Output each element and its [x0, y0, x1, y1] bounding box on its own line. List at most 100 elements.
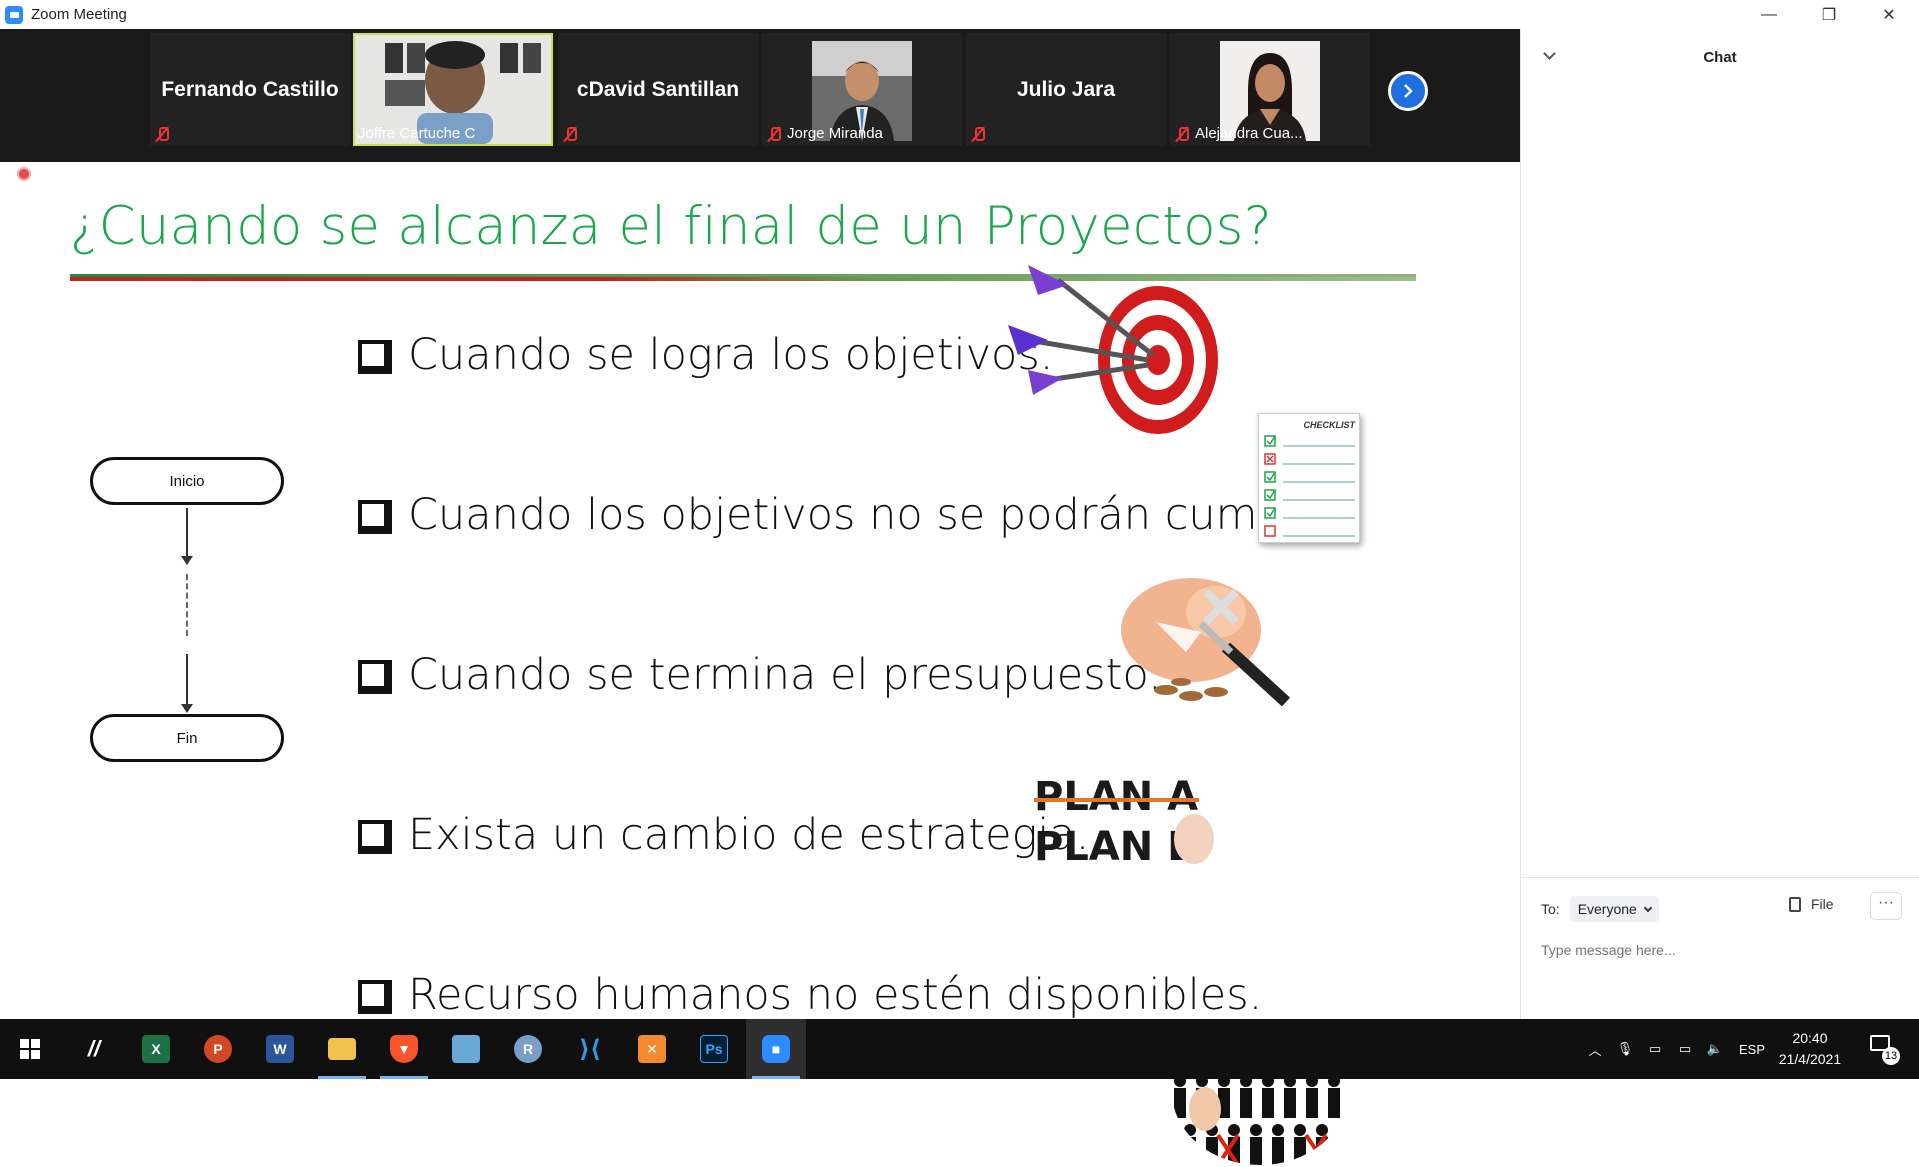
recipient-row: To: Everyone — [1541, 896, 1659, 922]
slide-bullet: Exista un cambio de estrategia. — [358, 810, 1089, 860]
chevron-down-icon[interactable] — [1543, 47, 1556, 60]
strikethrough-line — [1034, 798, 1199, 802]
excel-icon: X — [142, 1035, 170, 1063]
checklist-icon — [1264, 435, 1355, 537]
bullet-text: Cuando los objetivos no se podrán cumpli… — [408, 490, 1337, 540]
file-label: File — [1811, 896, 1834, 912]
taskbar-app[interactable] — [436, 1019, 496, 1079]
taskbar-app[interactable]: ✕ — [622, 1019, 682, 1079]
slide-bullet: Cuando los objetivos no se podrán cumpli… — [358, 490, 1336, 540]
plan-a-plan-b-image: PLAN A PLAN B — [1034, 774, 1214, 884]
participant-tile[interactable]: cDavid Santillan — [558, 33, 758, 146]
participant-tile[interactable]: Alejandra Cua... — [1170, 33, 1370, 146]
windows-logo-icon — [20, 1039, 40, 1059]
taskbar-app[interactable]: X — [126, 1019, 186, 1079]
plan-a-text: PLAN A — [1034, 774, 1199, 820]
recording-indicator-icon — [17, 167, 31, 181]
chevron-right-icon — [1404, 84, 1413, 98]
taskbar-app[interactable]: R — [498, 1019, 558, 1079]
file-icon — [1789, 896, 1801, 912]
taskbar-app[interactable] — [312, 1019, 372, 1079]
microphone-icon[interactable]: 🎙 — [1610, 1041, 1640, 1057]
chevron-up-icon[interactable]: ︿ — [1580, 1040, 1610, 1059]
next-page-button[interactable] — [1388, 71, 1428, 111]
participant-tile[interactable]: Fernando Castillo — [150, 33, 350, 146]
target-darts-icon — [1008, 265, 1218, 434]
flow-dashed-connector — [186, 574, 188, 636]
taskbar-app-active[interactable]: ■ — [746, 1019, 806, 1079]
shared-slide: ¿Cuando se alcanza el final de un Proyec… — [0, 162, 1520, 1165]
checkbox-bullet-icon — [358, 820, 392, 854]
bullet-text: Recurso humanos no estén disponibles. — [408, 970, 1263, 1020]
chevron-down-icon — [1643, 903, 1653, 912]
plan-b-text: PLAN B — [1034, 824, 1198, 870]
chat-panel: Chat To: Everyone File ··· — [1520, 29, 1919, 1019]
windows-taskbar: // X P W ▼ R ⟩⟨ ✕ Ps ■ ︿ 🎙 ▭ ▭ 🔈 ESP 20:… — [0, 1019, 1919, 1079]
volume-icon[interactable]: 🔈 — [1700, 1041, 1730, 1057]
system-tray: ︿ 🎙 ▭ ▭ 🔈 ESP — [1580, 1019, 1774, 1079]
to-label: To: — [1541, 901, 1560, 917]
arrow-down-icon — [181, 556, 193, 565]
file-explorer-icon — [328, 1038, 356, 1060]
maximize-button[interactable]: ❐ — [1799, 0, 1859, 29]
checkbox-bullet-icon — [358, 660, 392, 694]
taskbar-app[interactable]: W — [250, 1019, 310, 1079]
taskbar-app[interactable]: ▼ — [374, 1019, 434, 1079]
participant-strip: Fernando Castillo Joffre Cartuche C cDav… — [0, 29, 1520, 162]
slide-bullet: Cuando se termina el presupuesto. — [358, 650, 1162, 700]
bullet-text: Cuando se termina el presupuesto. — [408, 650, 1162, 700]
participant-tile-active[interactable]: Joffre Cartuche C — [353, 33, 553, 146]
hand-image — [1174, 814, 1214, 864]
start-button[interactable] — [0, 1019, 60, 1079]
chat-header: Chat — [1521, 29, 1919, 85]
window-titlebar: Zoom Meeting — ❐ ✕ — [0, 0, 1919, 29]
flow-connector — [186, 508, 188, 558]
file-button[interactable]: File — [1789, 896, 1834, 912]
checkbox-bullet-icon — [358, 980, 392, 1014]
participant-name: cDavid Santillan — [576, 77, 740, 101]
photoshop-icon: Ps — [700, 1035, 728, 1063]
slide-title: ¿Cuando se alcanza el final de un Proyec… — [70, 196, 1272, 257]
checkbox-bullet-icon — [358, 500, 392, 534]
battery-icon[interactable]: ▭ — [1640, 1041, 1670, 1057]
participant-tile[interactable]: Julio Jara — [966, 33, 1166, 146]
broken-piggy-bank-icon — [1121, 578, 1291, 707]
taskbar-app[interactable]: // — [64, 1019, 124, 1079]
xampp-icon: ✕ — [638, 1035, 666, 1063]
participant-label: Joffre Cartuche C — [358, 125, 476, 142]
taskbar-app[interactable]: Ps — [684, 1019, 744, 1079]
minimize-button[interactable]: — — [1739, 0, 1799, 29]
flow-start-label: Inicio — [169, 472, 205, 490]
mic-muted-icon — [563, 126, 577, 142]
word-icon: W — [266, 1035, 294, 1063]
participant-label: Alejandra Cua... — [1195, 125, 1303, 142]
brave-browser-icon: ▼ — [390, 1035, 418, 1063]
clock-time: 20:40 — [1792, 1030, 1828, 1046]
recipient-select[interactable]: Everyone — [1569, 896, 1659, 922]
checklist-image: CHECKLIST — [1258, 413, 1360, 543]
taskbar-app[interactable]: ⟩⟨ — [560, 1019, 620, 1079]
taskbar-app[interactable]: P — [188, 1019, 248, 1079]
notion-like-icon: // — [87, 1036, 101, 1061]
chat-title: Chat — [1703, 48, 1737, 66]
slide-bullet: Recurso humanos no estén disponibles. — [358, 970, 1262, 1020]
participant-label: Jorge Miranda — [787, 125, 883, 142]
mic-muted-icon — [971, 126, 985, 142]
flow-start-node: Inicio — [90, 457, 284, 505]
participant-name: Fernando Castillo — [161, 77, 339, 101]
flow-connector — [186, 654, 188, 706]
more-options-button[interactable]: ··· — [1870, 892, 1902, 920]
window-title: Zoom Meeting — [31, 6, 127, 23]
vscode-icon: ⟩⟨ — [579, 1035, 601, 1063]
notification-count: 13 — [1882, 1047, 1900, 1065]
taskbar-clock[interactable]: 20:40 21/4/2021 — [1768, 1028, 1852, 1070]
chat-message-input[interactable] — [1541, 942, 1901, 958]
checkbox-bullet-icon — [358, 340, 392, 374]
action-center-button[interactable]: 13 — [1864, 1029, 1904, 1069]
participant-tile[interactable]: Jorge Miranda — [762, 33, 962, 146]
clock-date: 21/4/2021 — [1778, 1051, 1842, 1067]
close-button[interactable]: ✕ — [1859, 0, 1919, 29]
chat-composer: To: Everyone File ··· — [1521, 877, 1919, 1019]
network-icon[interactable]: ▭ — [1670, 1041, 1700, 1057]
recipient-value: Everyone — [1577, 901, 1637, 917]
